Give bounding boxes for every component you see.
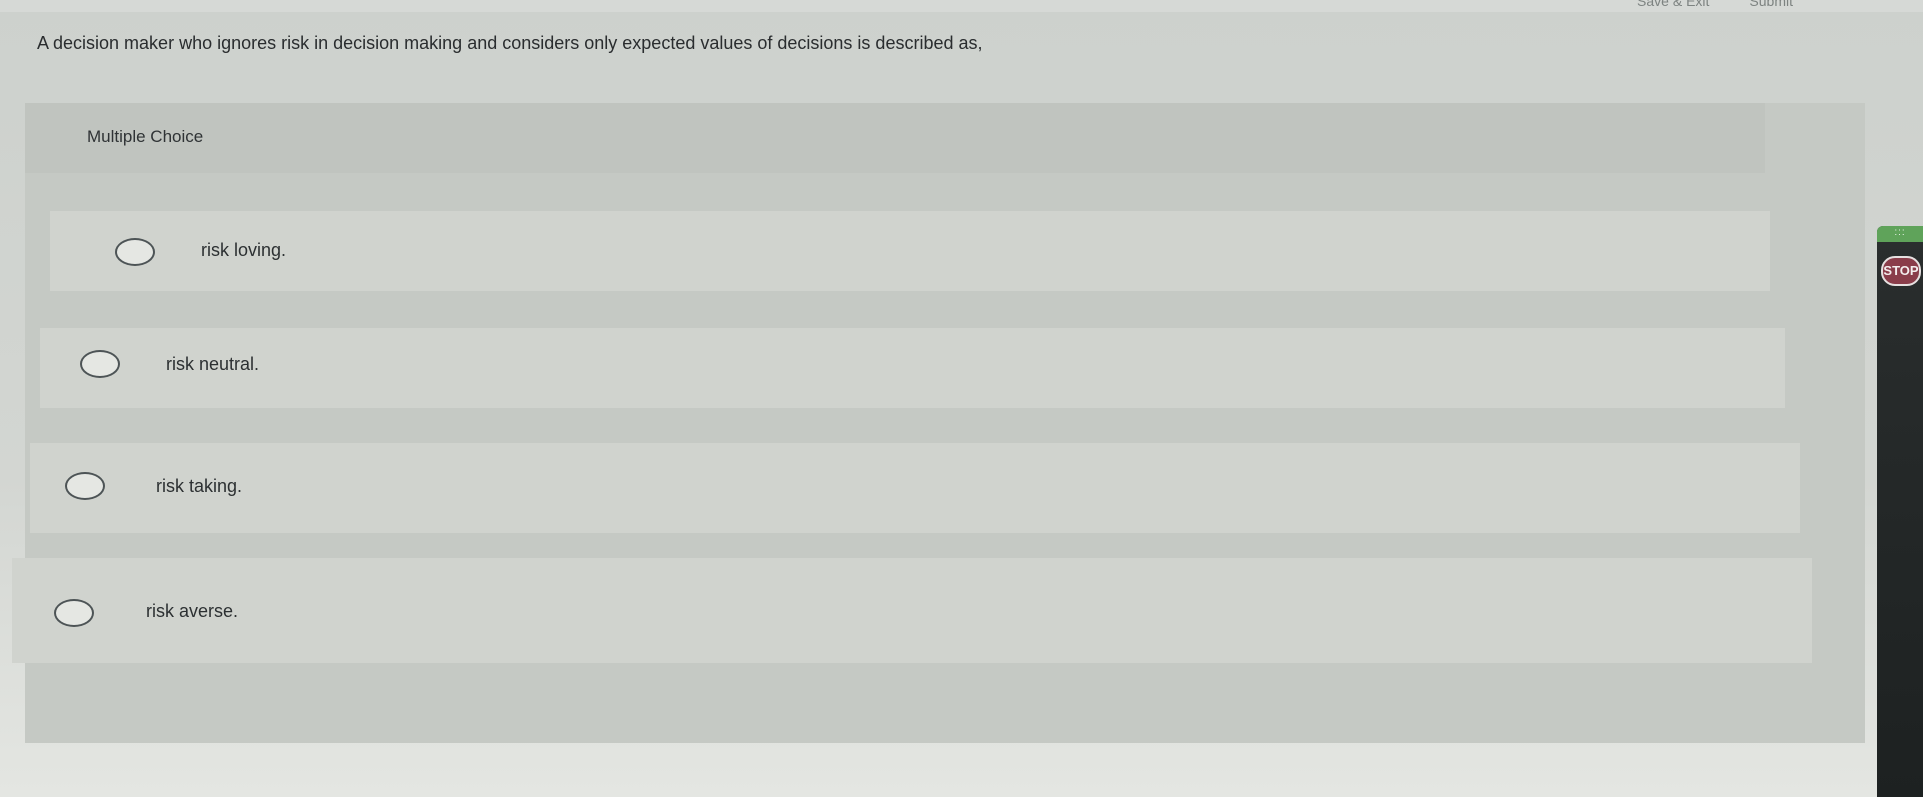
option-risk-loving[interactable]: risk loving.	[50, 211, 1770, 291]
panel-header: Multiple Choice	[25, 103, 1765, 173]
option-label: risk averse.	[146, 601, 239, 621]
option-risk-averse[interactable]: risk averse.	[12, 558, 1812, 663]
question-text: A decision maker who ignores risk in dec…	[37, 33, 983, 53]
submit-link[interactable]: Submit	[1749, 0, 1793, 9]
stop-button[interactable]: STOP	[1881, 256, 1921, 286]
option-risk-neutral[interactable]: risk neutral.	[40, 328, 1785, 408]
multiple-choice-label: Multiple Choice	[87, 127, 204, 146]
option-label: risk loving.	[201, 240, 287, 260]
save-exit-link[interactable]: Save & Exit	[1637, 0, 1709, 9]
radio-button-icon[interactable]	[54, 599, 94, 627]
multiple-choice-panel: Multiple Choice risk loving. risk neutra…	[12, 103, 1865, 743]
top-strip: Save & Exit Submit	[0, 0, 1923, 12]
radio-button-icon[interactable]	[80, 350, 120, 378]
drag-handle-icon[interactable]: :::	[1877, 226, 1923, 242]
option-label: risk taking.	[156, 476, 243, 496]
floating-toolbar: ::: STOP	[1877, 226, 1923, 797]
radio-button-icon[interactable]	[115, 238, 155, 266]
radio-button-icon[interactable]	[65, 472, 105, 500]
option-risk-taking[interactable]: risk taking.	[30, 443, 1800, 533]
option-label: risk neutral.	[166, 354, 260, 374]
top-links: Save & Exit Submit	[1637, 0, 1793, 9]
